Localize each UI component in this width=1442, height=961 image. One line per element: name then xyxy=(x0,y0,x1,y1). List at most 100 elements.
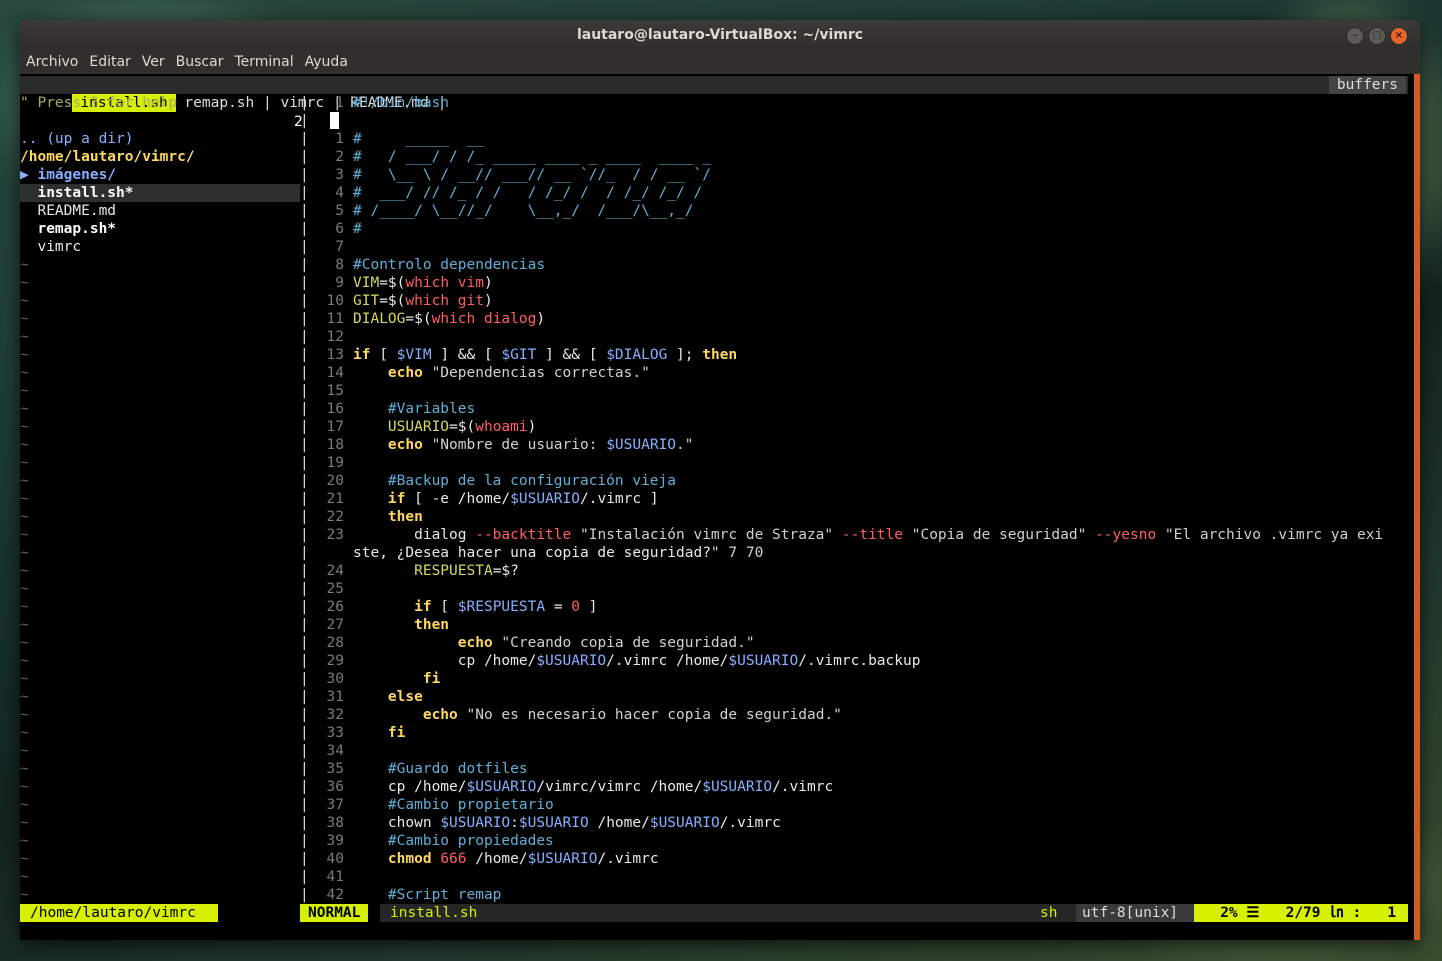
empty-line-tilde: ~ xyxy=(20,761,29,777)
buffers-label: buffers xyxy=(1328,76,1406,94)
empty-line-tilde: ~ xyxy=(20,491,29,507)
menu-editar[interactable]: Editar xyxy=(89,54,130,70)
code-line[interactable]: 17 USUARIO=$(whoami) xyxy=(308,418,1408,436)
empty-line-tilde: ~ xyxy=(20,869,29,885)
code-line[interactable]: 18 echo "Nombre de usuario: $USUARIO." xyxy=(308,436,1408,454)
code-line[interactable]: 21 if [ -e /home/$USUARIO/.vimrc ] xyxy=(308,490,1408,508)
maximize-button[interactable]: □ xyxy=(1368,27,1386,45)
code-line[interactable]: 34 xyxy=(308,742,1408,760)
code-line[interactable]: 27 then xyxy=(308,616,1408,634)
code-line[interactable]: 33 fi xyxy=(308,724,1408,742)
menu-buscar[interactable]: Buscar xyxy=(176,54,224,70)
empty-line-tilde: ~ xyxy=(20,275,29,291)
terminal-screen[interactable]: install.sh remap.sh | vimrc | README.md … xyxy=(20,74,1414,940)
empty-tildes: ~ ~ ~ ~ ~ ~ ~ ~ ~ ~ ~ ~ ~ ~ ~ ~ ~ ~ ~ ~ ~ ~ ~ ~ ~ ~ ~ ~ ~ ~ ~ ~ ~ ~ ~ ~ xyxy=(20,256,300,904)
code-line[interactable]: 5 # /____/ \__//_/ \__,_/ /___/\__,_/ xyxy=(308,202,1408,220)
empty-line-tilde: ~ xyxy=(20,563,29,579)
empty-line-tilde: ~ xyxy=(20,815,29,831)
code-line[interactable]: 14 echo "Dependencias correctas." xyxy=(308,364,1408,382)
empty-line-tilde: ~ xyxy=(20,743,29,759)
statusline: /home/lautaro/vimrc NORMAL install.sh sh… xyxy=(20,904,1408,922)
code-line[interactable]: 7 xyxy=(308,238,1408,256)
code-line[interactable]: 2 # / ___/ / /_ _____ ____ _ ____ ____ _ xyxy=(308,148,1408,166)
close-button[interactable]: × xyxy=(1390,27,1408,45)
code-line[interactable]: 31 else xyxy=(308,688,1408,706)
empty-line-tilde: ~ xyxy=(20,689,29,705)
empty-line-tilde: ~ xyxy=(20,437,29,453)
code-line[interactable]: 13 if [ $VIM ] && [ $GIT ] && [ $DIALOG ]… xyxy=(308,346,1408,364)
code-line[interactable]: 1 # _____ __ xyxy=(308,130,1408,148)
code-line[interactable]: 24 RESPUESTA=$? xyxy=(308,562,1408,580)
code-line[interactable]: 11 DIALOG=$(which dialog) xyxy=(308,310,1408,328)
code-line[interactable]: 26 if [ $RESPUESTA = 0 ] xyxy=(308,598,1408,616)
empty-line-tilde: ~ xyxy=(20,455,29,471)
code-editor[interactable]: 1 #!/bin/bash 2 1 # _____ __ 2 # / ___/ / /_ _… xyxy=(294,94,1408,904)
tree-item-imagenes[interactable]: ▶ imágenes/ xyxy=(20,166,300,184)
code-line[interactable]: 30 fi xyxy=(308,670,1408,688)
status-percent: 2% xyxy=(1220,905,1238,921)
status-filename: install.sh xyxy=(380,904,1050,922)
code-line[interactable]: 38 chown $USUARIO:$USUARIO /home/$USUARI… xyxy=(308,814,1408,832)
code-line[interactable]: 35 #Guardo dotfiles xyxy=(308,760,1408,778)
empty-line-tilde: ~ xyxy=(20,797,29,813)
empty-line-tilde: ~ xyxy=(20,851,29,867)
empty-line-tilde: ~ xyxy=(20,653,29,669)
vim-tabline: install.sh remap.sh | vimrc | README.md … xyxy=(20,76,1408,112)
tree-item-remap-sh[interactable]: remap.sh* xyxy=(20,220,300,238)
status-column: 1 xyxy=(1387,905,1397,921)
empty-line-tilde: ~ xyxy=(20,617,29,633)
scrollbar[interactable] xyxy=(1414,74,1420,940)
code-line[interactable]: 22 then xyxy=(308,508,1408,526)
code-line[interactable]: 10 GIT=$(which git) xyxy=(308,292,1408,310)
empty-line-tilde: ~ xyxy=(20,833,29,849)
nerdtree-panel: " Press ? for help .. (up a dir) /home/l… xyxy=(20,94,300,904)
code-line[interactable]: 12 xyxy=(308,328,1408,346)
code-line[interactable]: 19 xyxy=(308,454,1408,472)
code-line[interactable]: 20 #Backup de la configuración vieja xyxy=(308,472,1408,490)
tree-up-dir[interactable]: .. (up a dir) xyxy=(20,130,300,148)
menu-bar: Archivo Editar Ver Buscar Terminal Ayuda xyxy=(20,50,1420,74)
tree-cwd: /home/lautaro/vimrc/ xyxy=(20,149,195,165)
tree-item-install-sh[interactable]: install.sh* xyxy=(20,184,300,202)
status-line: 2/79 xyxy=(1285,905,1321,921)
empty-line-tilde: ~ xyxy=(20,311,29,327)
code-line[interactable]: 41 xyxy=(308,868,1408,886)
empty-line-tilde: ~ xyxy=(20,635,29,651)
empty-line-tilde: ~ xyxy=(20,329,29,345)
empty-line-tilde: ~ xyxy=(20,257,29,273)
code-line[interactable]: ste, ¿Desea hacer una copia de seguridad… xyxy=(308,544,1408,562)
code-line[interactable]: 39 #Cambio propiedades xyxy=(308,832,1408,850)
code-line[interactable]: 23 dialog --backtitle "Instalación vimrc… xyxy=(308,526,1408,544)
status-position: 2% ☰ 2/79 ㏑ : 1 xyxy=(1194,904,1408,922)
code-line[interactable]: 9 VIM=$(which vim) xyxy=(308,274,1408,292)
code-line[interactable]: 32 echo "No es necesario hacer copia de … xyxy=(308,706,1408,724)
cursor-line[interactable]: 2 xyxy=(294,112,1408,130)
menu-archivo[interactable]: Archivo xyxy=(26,54,78,70)
code-line[interactable]: 6 # xyxy=(308,220,1408,238)
mode-indicator: NORMAL xyxy=(300,904,369,922)
tree-item-readme[interactable]: README.md xyxy=(20,202,300,220)
code-line[interactable]: 28 echo "Creando copia de seguridad." xyxy=(308,634,1408,652)
code-line[interactable]: 40 chmod 666 /home/$USUARIO/.vimrc xyxy=(308,850,1408,868)
code-line[interactable]: 29 cp /home/$USUARIO/.vimrc /home/$USUAR… xyxy=(308,652,1408,670)
menu-terminal[interactable]: Terminal xyxy=(234,54,293,70)
code-line[interactable]: 1 #!/bin/bash xyxy=(308,94,1408,112)
empty-line-tilde: ~ xyxy=(20,779,29,795)
window-titlebar[interactable]: lautaro@lautaro-VirtualBox: ~/vimrc – □ … xyxy=(20,20,1420,50)
code-line[interactable]: 3 # \__ \ / __// ___// __ `//_ / / __ `/ xyxy=(308,166,1408,184)
window-title: lautaro@lautaro-VirtualBox: ~/vimrc xyxy=(576,27,864,43)
tree-item-vimrc[interactable]: vimrc xyxy=(20,238,300,256)
code-line[interactable]: 25 xyxy=(308,580,1408,598)
code-line[interactable]: 8 #Controlo dependencias xyxy=(308,256,1408,274)
code-line[interactable]: 4 # ___/ // /_ / / / /_/ / / /_/ /_/ / xyxy=(308,184,1408,202)
code-line[interactable]: 36 cp /home/$USUARIO/vimrc/vimrc /home/$… xyxy=(308,778,1408,796)
code-line[interactable]: 16 #Variables xyxy=(308,400,1408,418)
code-line[interactable]: 15 xyxy=(308,382,1408,400)
minimize-button[interactable]: – xyxy=(1346,27,1364,45)
menu-ver[interactable]: Ver xyxy=(142,54,165,70)
code-line[interactable]: 37 #Cambio propietario xyxy=(308,796,1408,814)
status-filetype: sh xyxy=(1040,904,1076,922)
menu-ayuda[interactable]: Ayuda xyxy=(305,54,348,70)
empty-line-tilde: ~ xyxy=(20,401,29,417)
code-line[interactable]: 42 #Script remap xyxy=(308,886,1408,904)
